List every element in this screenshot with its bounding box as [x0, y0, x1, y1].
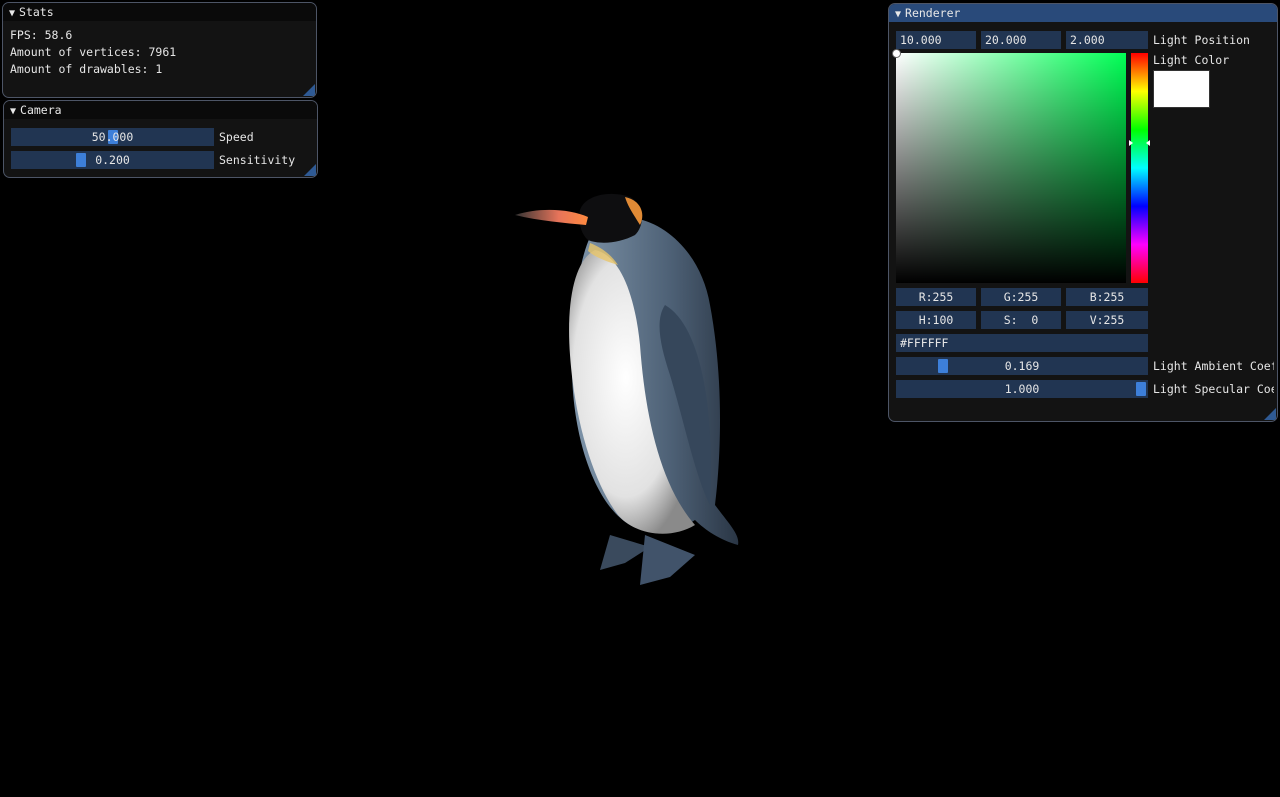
light-position-y-input[interactable]: 20.000	[981, 31, 1061, 49]
hue-input[interactable]: H:100	[896, 311, 976, 329]
collapse-triangle-icon[interactable]: ▼	[895, 9, 901, 20]
specular-label: Light Specular Coef	[1153, 382, 1274, 396]
value-input[interactable]: V:255	[1066, 311, 1148, 329]
slider-grab-icon[interactable]	[938, 359, 948, 373]
stats-titlebar[interactable]: ▼ Stats	[3, 3, 316, 21]
collapse-triangle-icon[interactable]: ▼	[10, 106, 16, 117]
penguin-model	[515, 193, 739, 585]
hue-bar[interactable]	[1131, 53, 1148, 283]
hue-marker-left-icon	[1129, 140, 1133, 146]
speed-slider[interactable]: 50.000	[11, 128, 214, 146]
light-color-swatch[interactable]	[1153, 70, 1210, 108]
fps-text: FPS: 58.6	[10, 28, 73, 42]
speed-label: Speed	[219, 130, 254, 144]
light-color-label: Light Color	[1153, 53, 1230, 67]
green-input[interactable]: G:255	[981, 288, 1061, 306]
specular-slider[interactable]: 1.000	[896, 380, 1148, 398]
picker-cursor-icon[interactable]	[892, 49, 901, 58]
slider-grab-icon[interactable]	[76, 153, 86, 167]
vertices-text: Amount of vertices: 7961	[10, 45, 177, 59]
renderer-titlebar[interactable]: ▼ Renderer	[889, 4, 1277, 22]
slider-grab-icon[interactable]	[1136, 382, 1146, 396]
light-position-z-input[interactable]: 2.000	[1066, 31, 1148, 49]
red-input[interactable]: R:255	[896, 288, 976, 306]
drawables-text: Amount of drawables: 1	[10, 62, 163, 76]
saturation-value-picker[interactable]	[896, 53, 1126, 283]
stats-title: Stats	[19, 5, 54, 19]
ambient-label: Light Ambient Coef	[1153, 359, 1274, 373]
sensitivity-label: Sensitivity	[219, 153, 296, 167]
blue-input[interactable]: B:255	[1066, 288, 1148, 306]
speed-value: 50.000	[91, 130, 134, 144]
collapse-triangle-icon[interactable]: ▼	[9, 8, 15, 19]
light-position-x-input[interactable]: 10.000	[896, 31, 976, 49]
sensitivity-slider[interactable]: 0.200	[11, 151, 214, 169]
resize-grip-icon[interactable]	[1264, 408, 1276, 420]
hex-input[interactable]: #FFFFFF	[896, 334, 1148, 352]
camera-title: Camera	[20, 103, 62, 117]
resize-grip-icon[interactable]	[303, 84, 315, 96]
light-position-label: Light Position	[1153, 33, 1250, 47]
renderer-title: Renderer	[905, 6, 961, 20]
camera-titlebar[interactable]: ▼ Camera	[4, 101, 317, 119]
ambient-slider[interactable]: 0.169	[896, 357, 1148, 375]
stats-window[interactable]: ▼ Stats FPS: 58.6 Amount of vertices: 796…	[2, 2, 317, 98]
saturation-input[interactable]: S: 0	[981, 311, 1061, 329]
resize-grip-icon[interactable]	[304, 164, 316, 176]
hue-marker-right-icon	[1146, 140, 1150, 146]
sensitivity-value: 0.200	[95, 153, 130, 167]
